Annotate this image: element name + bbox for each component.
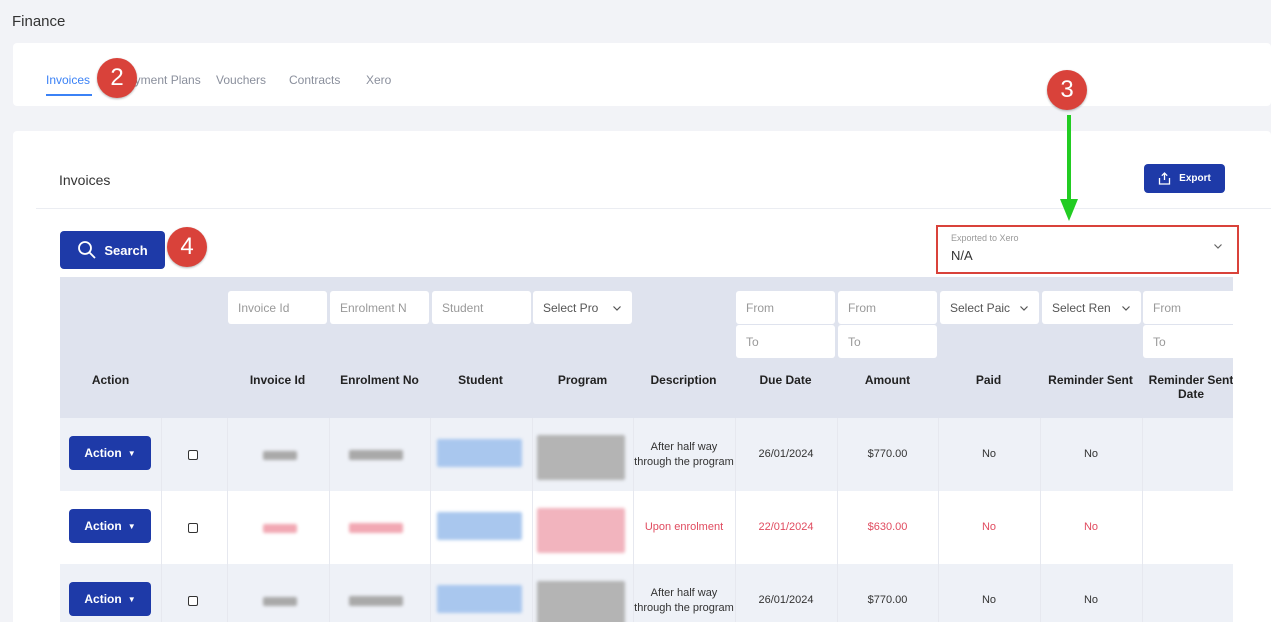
filter-invoice-id[interactable]: Invoice Id <box>228 291 327 324</box>
table-row: Action ▼ After half way through the prog… <box>60 564 1233 622</box>
column-header-description[interactable]: Description <box>633 373 734 387</box>
column-header-reminder-sent-date[interactable]: Reminder Sent Date <box>1142 373 1233 401</box>
redacted-program <box>537 581 625 622</box>
reminder-sent-cell: No <box>1083 594 1099 606</box>
caret-down-icon: ▼ <box>127 521 136 531</box>
action-label: Action <box>84 446 122 460</box>
exported-to-xero-select[interactable]: Exported to Xero N/A <box>936 225 1239 274</box>
due-date-cell: 26/01/2024 <box>758 448 814 460</box>
paid-cell: No <box>981 521 997 533</box>
chevron-down-icon <box>613 306 621 311</box>
filter-due-date-to[interactable]: To <box>736 325 835 358</box>
annotation-badge-2: 2 <box>97 58 137 98</box>
filter-paid-value: Select Paic <box>950 300 1011 315</box>
description-cell: After half way through the program <box>634 586 734 614</box>
chevron-down-icon <box>1214 244 1222 249</box>
export-button[interactable]: Export <box>1144 164 1225 193</box>
column-header-invoice-id[interactable]: Invoice Id <box>227 373 328 387</box>
page-title: Finance <box>12 13 66 30</box>
redacted-invoice-id <box>263 451 297 460</box>
xero-select-label: Exported to Xero <box>951 233 1019 243</box>
tab-contracts[interactable]: Contracts <box>289 73 340 87</box>
invoices-table: Invoice Id Enrolment N Student Select Pr… <box>60 277 1233 622</box>
redacted-student-link[interactable] <box>437 512 522 540</box>
redacted-student-link[interactable] <box>437 439 522 467</box>
table-row: Action ▼ After half way through the prog… <box>60 418 1233 491</box>
column-header-reminder-sent[interactable]: Reminder Sent <box>1040 373 1141 387</box>
redacted-enrolment-no <box>349 523 403 533</box>
reminder-sent-cell: No <box>1083 521 1099 533</box>
action-label: Action <box>84 592 122 606</box>
reminder-sent-cell: No <box>1083 448 1099 460</box>
search-label: Search <box>104 242 148 258</box>
action-dropdown-button[interactable]: Action ▼ <box>69 509 151 543</box>
row-checkbox[interactable] <box>188 523 198 533</box>
filter-student[interactable]: Student <box>432 291 531 324</box>
tab-invoices[interactable]: Invoices <box>46 73 90 87</box>
due-date-cell: 22/01/2024 <box>758 521 814 533</box>
filter-amount-to[interactable]: To <box>838 325 937 358</box>
filter-due-date-from[interactable]: From <box>736 291 835 324</box>
export-label: Export <box>1179 173 1211 184</box>
amount-cell: $770.00 <box>867 448 908 460</box>
action-dropdown-button[interactable]: Action ▼ <box>69 582 151 616</box>
row-checkbox[interactable] <box>188 596 198 606</box>
redacted-invoice-id <box>263 524 297 533</box>
table-row: Action ▼ Upon enrolment 22/01/2024 $630.… <box>60 491 1233 564</box>
action-dropdown-button[interactable]: Action ▼ <box>69 436 151 470</box>
column-header-enrolment-no[interactable]: Enrolment No <box>329 373 430 387</box>
filter-reminder-date-from[interactable]: From <box>1143 291 1233 324</box>
section-divider <box>36 208 1271 209</box>
annotation-badge-3: 3 <box>1047 70 1087 110</box>
active-tab-underline <box>46 94 92 96</box>
filter-reminder-date-to[interactable]: To <box>1143 325 1233 358</box>
redacted-student-link[interactable] <box>437 585 522 613</box>
paid-cell: No <box>981 448 997 460</box>
chevron-down-icon <box>1020 306 1028 311</box>
description-cell: Upon enrolment <box>644 521 724 533</box>
redacted-enrolment-no <box>349 596 403 606</box>
chevron-down-icon <box>1122 306 1130 311</box>
caret-down-icon: ▼ <box>127 594 136 604</box>
redacted-invoice-id <box>263 597 297 606</box>
row-checkbox[interactable] <box>188 450 198 460</box>
redacted-program <box>537 508 625 553</box>
xero-select-value: N/A <box>951 248 973 263</box>
caret-down-icon: ▼ <box>127 448 136 458</box>
column-header-amount[interactable]: Amount <box>837 373 938 387</box>
filter-reminder-value: Select Ren <box>1052 300 1111 315</box>
filter-paid-select[interactable]: Select Paic <box>940 291 1039 324</box>
due-date-cell: 26/01/2024 <box>758 594 814 606</box>
tab-xero[interactable]: Xero <box>366 73 391 87</box>
column-header-program[interactable]: Program <box>532 373 633 387</box>
amount-cell: $770.00 <box>867 594 908 606</box>
table-header: Invoice Id Enrolment N Student Select Pr… <box>60 277 1233 418</box>
column-header-student[interactable]: Student <box>430 373 531 387</box>
redacted-program <box>537 435 625 480</box>
column-header-due-date[interactable]: Due Date <box>735 373 836 387</box>
search-icon <box>78 241 96 259</box>
action-label: Action <box>84 519 122 533</box>
search-button[interactable]: Search <box>60 231 165 269</box>
section-title: Invoices <box>59 172 111 188</box>
annotation-badge-4: 4 <box>167 227 207 267</box>
green-arrow-icon <box>1060 115 1078 221</box>
tab-vouchers[interactable]: Vouchers <box>216 73 266 87</box>
export-icon <box>1159 172 1171 185</box>
filter-reminder-select[interactable]: Select Ren <box>1042 291 1141 324</box>
filter-enrolment-no[interactable]: Enrolment N <box>330 291 429 324</box>
redacted-enrolment-no <box>349 450 403 460</box>
filter-amount-from[interactable]: From <box>838 291 937 324</box>
filter-program-value: Select Pro <box>543 300 599 315</box>
amount-cell: $630.00 <box>867 521 908 533</box>
description-cell: After half way through the program <box>634 440 734 468</box>
paid-cell: No <box>981 594 997 606</box>
column-header-action[interactable]: Action <box>60 373 161 387</box>
filter-program-select[interactable]: Select Pro <box>533 291 632 324</box>
column-header-paid[interactable]: Paid <box>938 373 1039 387</box>
